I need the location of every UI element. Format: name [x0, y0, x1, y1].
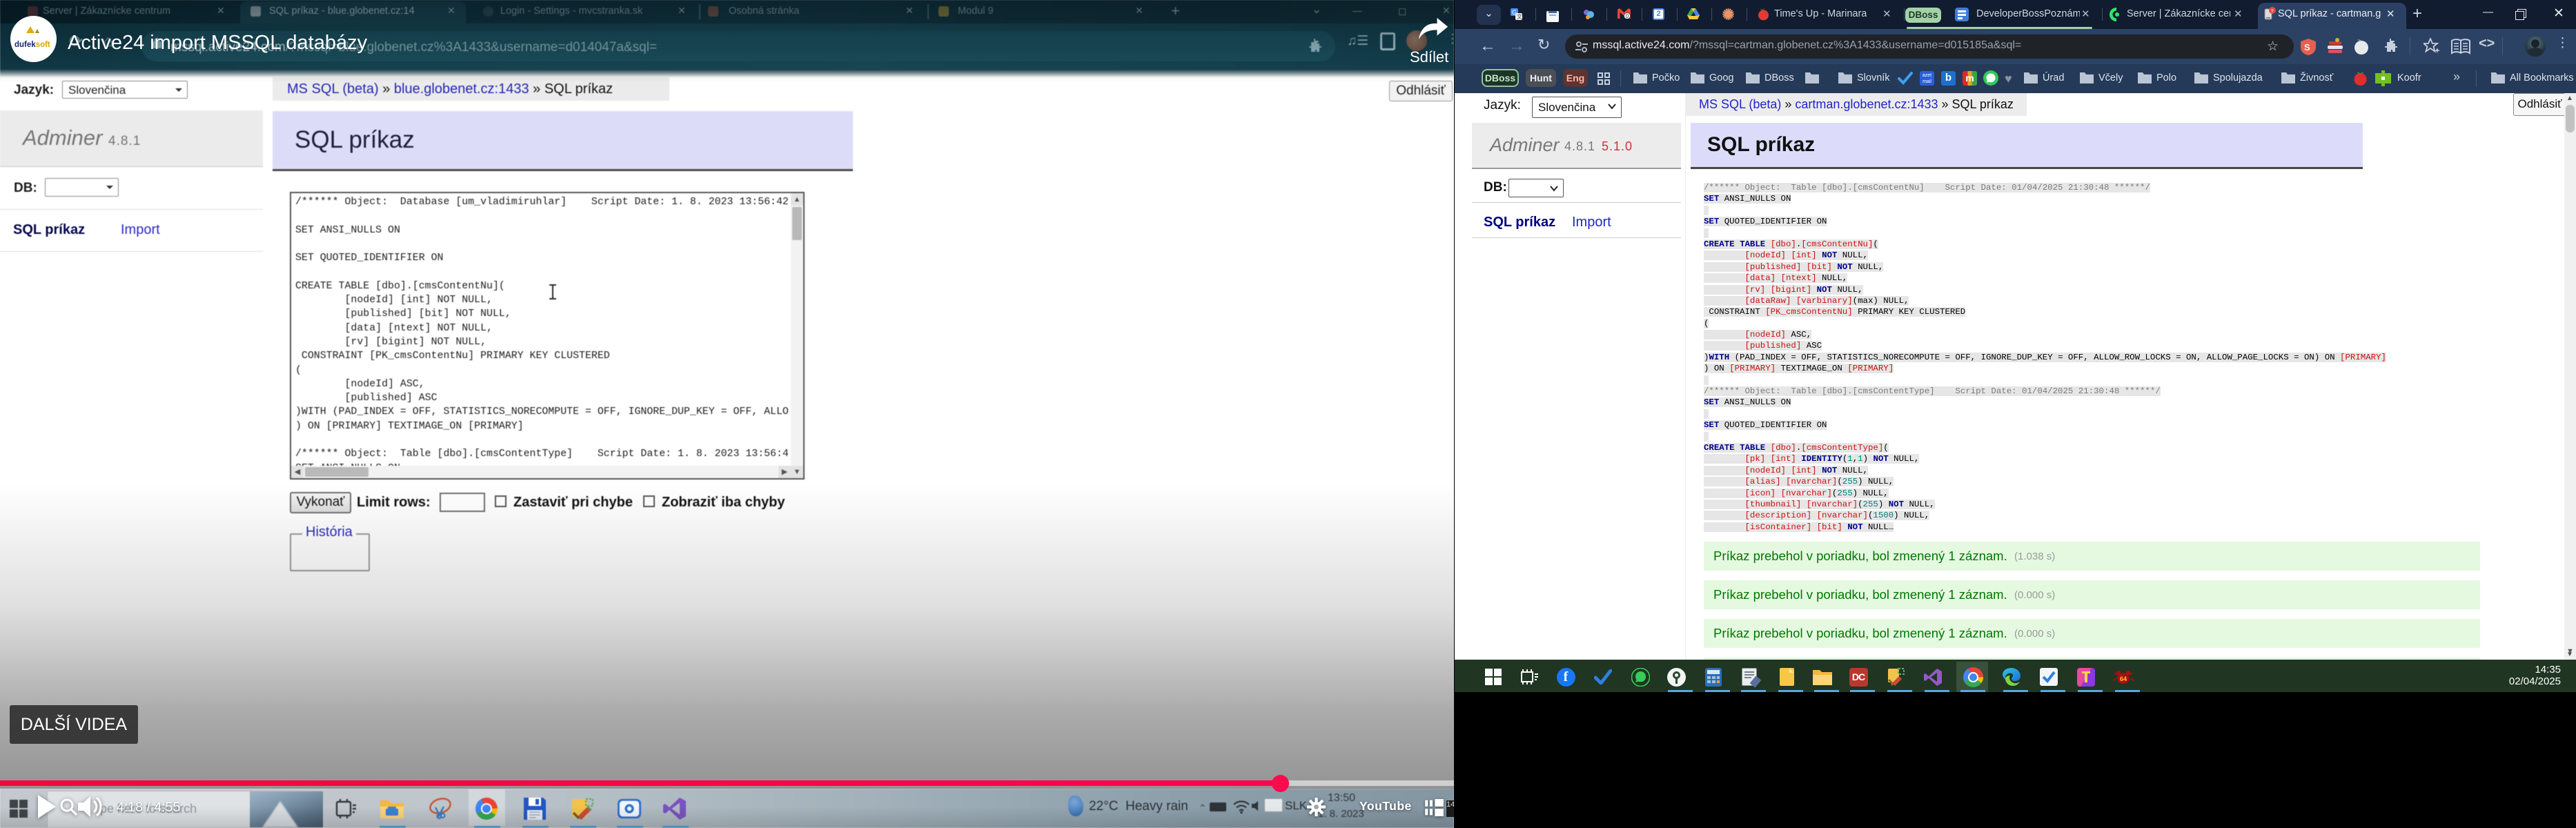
svg-text:文: 文 — [1517, 13, 1522, 20]
svg-text:0: 0 — [1626, 13, 1629, 19]
svg-text:S: S — [2304, 42, 2310, 52]
svg-text:64: 64 — [2120, 676, 2127, 682]
svg-text:?: ? — [2271, 9, 2274, 14]
